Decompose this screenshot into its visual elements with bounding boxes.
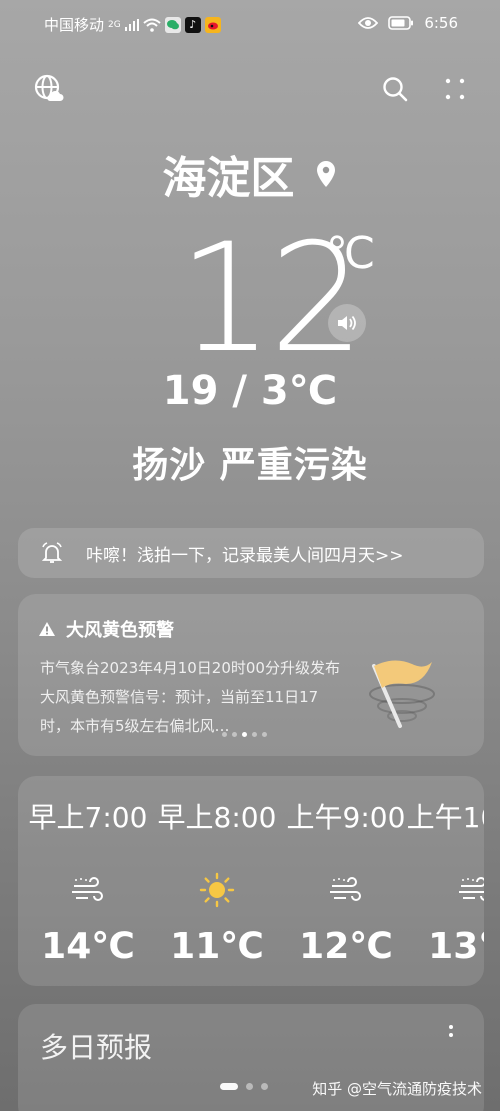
location-pin-icon — [316, 161, 335, 187]
wechat-icon — [164, 16, 181, 33]
hour-temperature: 11℃ — [170, 926, 264, 967]
hour-temperature: 13℃ — [428, 926, 484, 967]
status-bar-left: 中国移动 2G ♪ — [44, 14, 221, 35]
pager-dot — [222, 732, 227, 737]
alert-header: 大风黄色预警 — [38, 616, 174, 642]
watermark: 知乎 @空气流通防疫技术 — [312, 1080, 482, 1098]
hourly-item: 早上7:00 14℃ — [18, 776, 158, 986]
temperature-unit: ℃ — [326, 228, 376, 279]
hourly-forecast-card[interactable]: 早上7:00 14℃ 早上8:00 11℃ 上午9:00 12℃ 上午10:00… — [18, 776, 484, 986]
tiktok-icon: ♪ — [184, 16, 201, 33]
weather-alert-card[interactable]: 大风黄色预警 市气象台2023年4月10日20时00分升级发布大风黄色预警信号：… — [18, 594, 484, 756]
hour-temperature: 12℃ — [299, 926, 393, 967]
location-header[interactable]: 海淀区 — [0, 142, 500, 206]
battery-icon — [388, 16, 414, 30]
hourly-item: 上午9:00 12℃ — [276, 776, 416, 986]
wind-flag-icon — [369, 660, 435, 728]
page-dot — [246, 1083, 253, 1090]
hour-time: 早上7:00 — [28, 801, 148, 834]
eye-icon — [358, 17, 379, 29]
pager-dot-active — [242, 732, 247, 737]
pager-dot — [232, 732, 237, 737]
clock: 6:56 — [424, 14, 458, 32]
status-bar-right: 6:56 — [358, 14, 458, 32]
wifi-icon — [143, 18, 161, 32]
network-type: 2G — [108, 19, 121, 30]
hour-temperature: 14℃ — [41, 926, 135, 967]
voice-broadcast-button[interactable] — [328, 304, 366, 342]
weibo-icon — [204, 16, 221, 33]
hourly-item: 早上8:00 11℃ — [147, 776, 287, 986]
warning-triangle-icon — [39, 622, 55, 636]
signal-icon — [124, 18, 139, 31]
temperature-range: 19 / 3℃ — [162, 368, 338, 414]
alert-body: 市气象台2023年4月10日20时00分升级发布大风黄色预警信号：预计，当前至1… — [40, 659, 340, 735]
bell-icon — [41, 542, 63, 563]
sandstorm-icon — [459, 877, 484, 901]
speaker-icon — [338, 315, 356, 331]
hour-time: 上午10:00 — [406, 801, 484, 834]
page-indicator — [220, 1083, 268, 1090]
weather-condition: 扬沙 严重污染 — [132, 445, 368, 486]
hour-time: 早上8:00 — [157, 801, 277, 834]
page-dot-active — [220, 1083, 238, 1090]
more-dots-icon — [445, 78, 465, 100]
alert-title: 大风黄色预警 — [66, 620, 174, 641]
multiday-title: 多日预报 — [40, 1031, 153, 1064]
search-button[interactable] — [378, 72, 412, 106]
notice-banner[interactable]: 咔嚓！浅拍一下，记录最美人间四月天>> — [18, 528, 484, 578]
sandstorm-icon — [72, 877, 103, 901]
pager-dot — [252, 732, 257, 737]
alert-pager — [222, 732, 267, 737]
page-dot — [261, 1083, 268, 1090]
city-name: 海淀区 — [162, 153, 295, 204]
sun-icon — [199, 872, 235, 908]
carrier-label: 中国移动 — [44, 16, 105, 34]
globe-cloud-icon — [34, 74, 64, 101]
city-manage-button[interactable] — [32, 72, 66, 106]
search-icon — [383, 77, 408, 102]
sandstorm-icon — [330, 877, 361, 901]
notice-text: 咔嚓！浅拍一下，记录最美人间四月天>> — [86, 545, 404, 566]
more-menu-button[interactable] — [438, 72, 472, 106]
more-vertical-icon[interactable] — [448, 1024, 454, 1046]
hourly-item: 上午10:00 13℃ — [405, 776, 484, 986]
pager-dot — [262, 732, 267, 737]
hour-time: 上午9:00 — [286, 801, 406, 834]
